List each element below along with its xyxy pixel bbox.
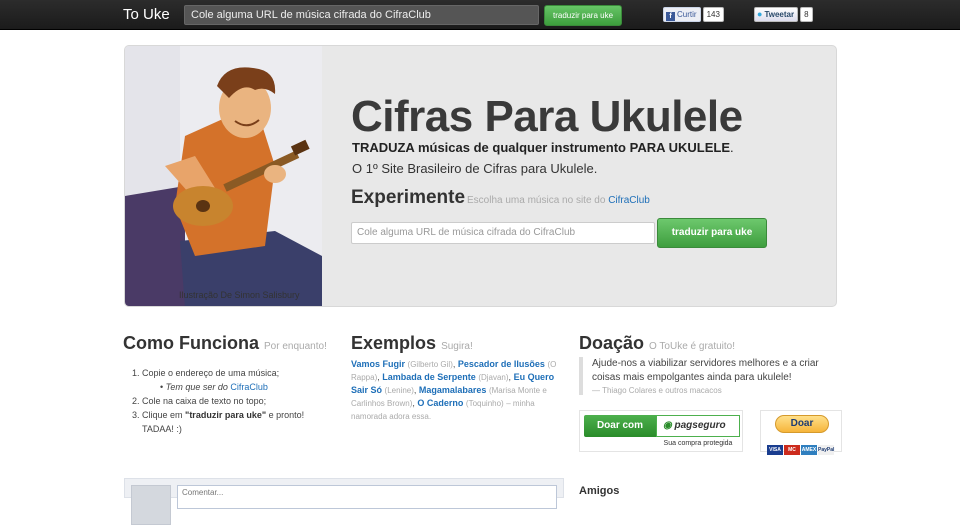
paypal-card-icon: PayPal xyxy=(818,445,835,455)
hero-tagline: O 1º Site Brasileiro de Cifras para Ukul… xyxy=(352,161,598,176)
example-artist: (Toquinho) xyxy=(465,399,504,408)
visa-card-icon: VISA xyxy=(767,445,783,455)
twitter-bird-icon: ● xyxy=(757,9,763,19)
step-3-bold: "traduzir para uke" xyxy=(185,410,267,420)
example-song-link[interactable]: O Caderno xyxy=(417,398,463,408)
step-1-text: Copie o endereço de uma música; xyxy=(142,368,280,378)
facebook-icon: f xyxy=(666,12,675,21)
donation-aside: O ToUke é gratuito! xyxy=(649,341,736,352)
facebook-like-widget[interactable]: f Curtir 143 xyxy=(663,7,724,22)
tweet-label: Tweetar xyxy=(764,10,795,19)
amex-card-icon: AMEX xyxy=(801,445,817,455)
hero-translate-button[interactable]: traduzir para uke xyxy=(657,218,767,248)
avatar xyxy=(131,485,171,525)
examples-heading: Exemplos Sugira! xyxy=(351,333,473,354)
paypal-donate-label: Doar xyxy=(775,415,829,433)
facebook-like-label: Curtir xyxy=(677,10,697,19)
hero-subtitle-bold: TRADUZA músicas de qualquer instrumento … xyxy=(352,140,730,155)
step-item: Copie o endereço de uma música; Tem que … xyxy=(142,366,337,394)
how-it-works-title: Como Funciona xyxy=(123,333,259,353)
hero-subtitle-end: . xyxy=(730,140,734,155)
paypal-donate-button[interactable]: Doar VISA MC AMEX PayPal xyxy=(760,410,842,455)
examples-title: Exemplos xyxy=(351,333,437,353)
facebook-comments-box: Comentar... xyxy=(124,478,564,525)
step-1-sub-text: Tem que ser do xyxy=(165,382,228,392)
comment-input[interactable]: Comentar... xyxy=(177,485,557,509)
examples-list: Vamos Fugir (Gilberto Gil), Pescador de … xyxy=(351,359,557,421)
tweet-button[interactable]: ● Tweetar xyxy=(754,7,799,22)
example-artist: (Lenine) xyxy=(384,386,414,395)
pagseguro-donate-label: Doar com xyxy=(584,415,656,437)
cifraclub-step-link[interactable]: CifraClub xyxy=(230,382,268,392)
step-item: Cole na caixa de texto no topo; xyxy=(142,394,337,408)
try-it-heading: Experimente xyxy=(351,187,466,208)
how-it-works-aside: Por enquanto! xyxy=(264,341,327,352)
pagseguro-logo: ◉ pagseguro xyxy=(656,415,740,437)
donation-heading: Doação O ToUke é gratuito! xyxy=(579,333,735,354)
top-navbar: To Uke Cole alguma URL de música cifrada… xyxy=(0,0,960,30)
hero-panel: Ilustração De Simon Salisbury Cifras Par… xyxy=(124,45,837,307)
try-it-hint-text: Escolha uma música no site do xyxy=(467,195,606,206)
page-title: Cifras Para Ukulele xyxy=(351,92,743,141)
cifraclub-link[interactable]: CifraClub xyxy=(608,195,650,206)
donation-quote-author: — Thiago Colares e outros macacos xyxy=(592,386,722,395)
donation-title: Doação xyxy=(579,333,645,353)
facebook-like-count: 143 xyxy=(702,7,724,22)
ukulele-player-illustration: Ilustração De Simon Salisbury xyxy=(125,46,322,306)
step-3-end: TADAA! :) xyxy=(142,424,182,434)
example-song-link[interactable]: Vamos Fugir xyxy=(351,359,405,369)
example-artist: (Gilberto Gil) xyxy=(407,360,453,369)
example-artist: (Djavan) xyxy=(478,373,509,382)
pagseguro-logo-icon: ◉ xyxy=(663,420,672,431)
ukulele-player-drawing xyxy=(125,46,322,306)
hero-subtitle: TRADUZA músicas de qualquer instrumento … xyxy=(352,140,734,155)
site-logo[interactable]: To Uke xyxy=(123,6,170,23)
donation-quote: Ajude-nos a viabilizar servidores melhor… xyxy=(579,357,835,395)
step-3-pre: Clique em xyxy=(142,410,183,420)
step-item: Clique em "traduzir para uke" e pronto! T… xyxy=(142,408,337,436)
top-translate-button[interactable]: traduzir para uke xyxy=(544,5,622,26)
pagseguro-caption: Sua compra protegida xyxy=(663,440,733,447)
pagseguro-brand: pagseguro xyxy=(674,420,726,431)
donation-quote-text: Ajude-nos a viabilizar servidores melhor… xyxy=(592,358,819,383)
pagseguro-donate-button[interactable]: Doar com ◉ pagseguro Sua compra protegid… xyxy=(579,410,743,452)
example-song-link[interactable]: Pescador de Ilusões xyxy=(458,359,545,369)
how-it-works-heading: Como Funciona Por enquanto! xyxy=(123,333,327,354)
facebook-like-button[interactable]: f Curtir xyxy=(663,7,701,22)
payment-cards-logos: VISA MC AMEX PayPal xyxy=(767,438,839,455)
step-1-subitem: Tem que ser do CifraClub xyxy=(160,380,337,394)
example-song-link[interactable]: Lambada de Serpente xyxy=(382,372,476,382)
friends-heading: Amigos xyxy=(579,485,620,497)
step-3-post: e pronto! xyxy=(268,410,305,420)
tweet-count: 8 xyxy=(800,7,813,22)
mastercard-icon: MC xyxy=(784,445,800,455)
top-url-input[interactable]: Cole alguma URL de música cifrada do Cif… xyxy=(184,5,539,25)
illustration-credit: Ilustração De Simon Salisbury xyxy=(179,290,300,300)
examples-suggest-link[interactable]: Sugira! xyxy=(441,341,473,352)
twitter-tweet-widget[interactable]: ● Tweetar 8 xyxy=(754,7,813,22)
hero-url-input[interactable]: Cole alguma URL de música cifrada do Cif… xyxy=(351,222,655,244)
example-song-link[interactable]: Magamalabares xyxy=(419,385,487,395)
try-it-hint: Escolha uma música no site do CifraClub xyxy=(467,195,650,206)
how-it-works-steps: Copie o endereço de uma música; Tem que … xyxy=(127,366,337,436)
